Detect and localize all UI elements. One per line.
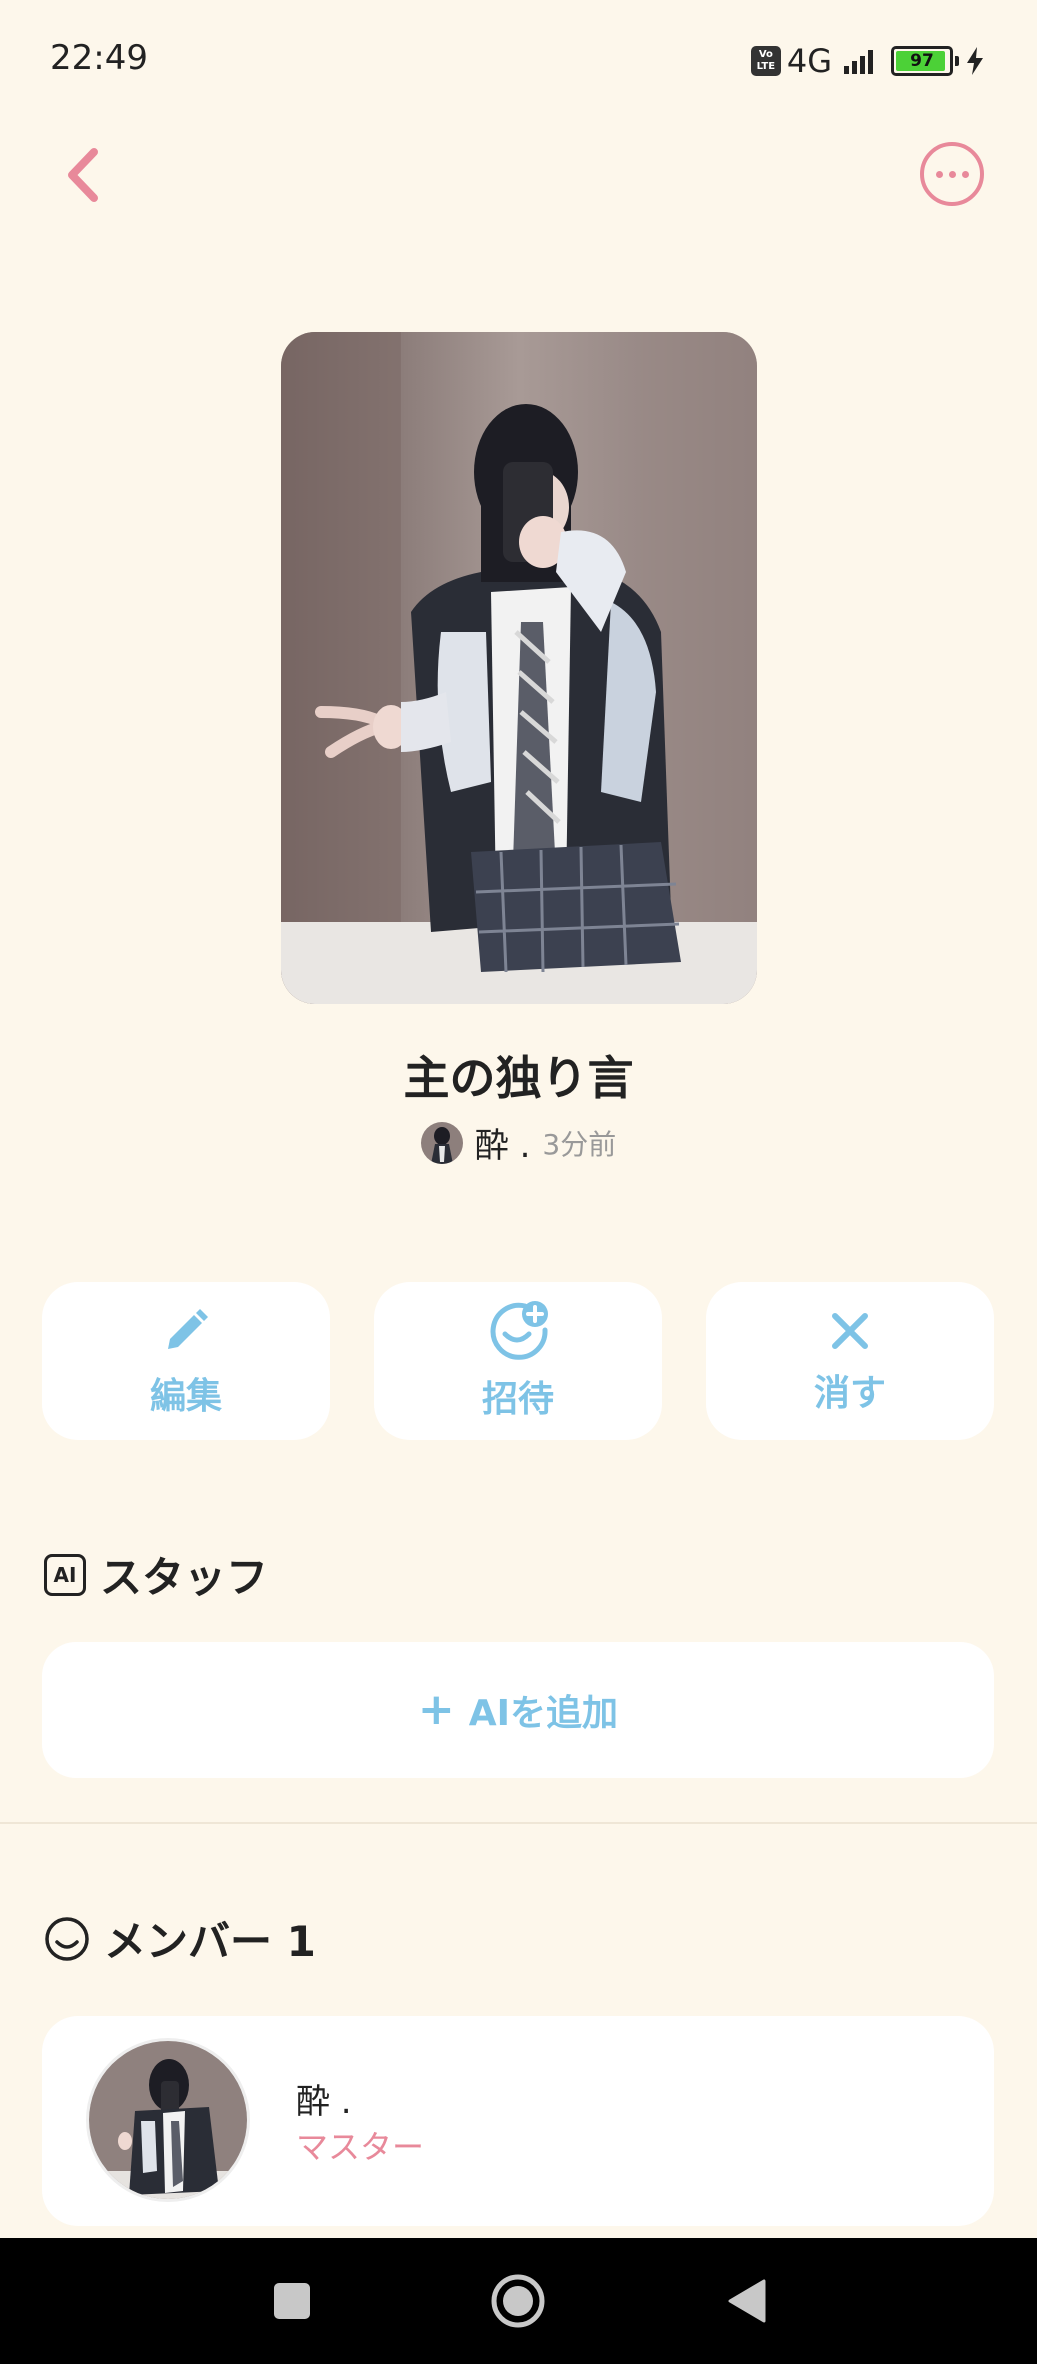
volte-icon: Vo LTE [750,46,781,76]
add-ai-label: AIを追加 [468,1693,619,1734]
square-icon [274,2283,310,2319]
staff-section-heading: AI スタッフ [44,1544,268,1605]
charging-icon [967,47,983,75]
member-name: 酔 . [296,2082,352,2122]
invite-button[interactable]: 招待 [374,1282,662,1440]
chevron-left-icon [68,148,98,202]
section-divider [0,1822,1037,1824]
room-meta: 酔 . 3分前 [0,1118,1037,1167]
battery-icon: 97 [891,46,953,76]
system-back-button[interactable] [706,2238,786,2364]
members-heading-text: メンバー 1 [104,1917,316,1966]
members-section-heading: メンバー 1 [44,1908,316,1969]
home-button[interactable] [478,2238,558,2364]
battery-level: 97 [910,51,934,71]
pencil-icon [168,1309,208,1349]
delete-label: 消す [813,1373,886,1414]
close-icon [832,1313,868,1349]
room-title: 主の独り言 [403,1051,634,1105]
owner-avatar[interactable] [420,1121,463,1164]
triangle-back-icon [728,2279,766,2323]
more-options-button[interactable] [920,142,984,206]
status-icons: Vo LTE 4G 97 [750,42,985,80]
recent-apps-button[interactable] [252,2238,332,2364]
status-time: 22:49 [50,38,148,78]
signal-icon [844,48,873,74]
edit-button[interactable]: 編集 [42,1282,330,1440]
staff-heading-text: スタッフ [100,1553,269,1602]
add-user-icon [490,1301,548,1360]
ai-icon: AI [44,1553,86,1596]
smile-icon [45,1916,89,1961]
back-button[interactable] [56,140,112,210]
home-circle-icon [491,2274,545,2328]
delete-button[interactable]: 消す [706,1282,994,1440]
updated-time: 3分前 [542,1127,617,1161]
member-role: マスター [296,2128,425,2166]
add-ai-button[interactable]: + AIを追加 [42,1642,994,1778]
member-avatar[interactable] [86,2038,250,2202]
member-list-item[interactable]: 酔 . マスター [42,2016,994,2226]
room-cover-image [281,332,757,1004]
invite-label: 招待 [481,1379,554,1420]
system-navigation-bar [0,2238,1037,2364]
plus-icon: + [417,1684,455,1735]
more-dots-icon [935,170,943,178]
owner-name[interactable]: 酔 . [475,1118,531,1167]
network-type: 4G [786,42,832,80]
edit-label: 編集 [149,1376,222,1417]
